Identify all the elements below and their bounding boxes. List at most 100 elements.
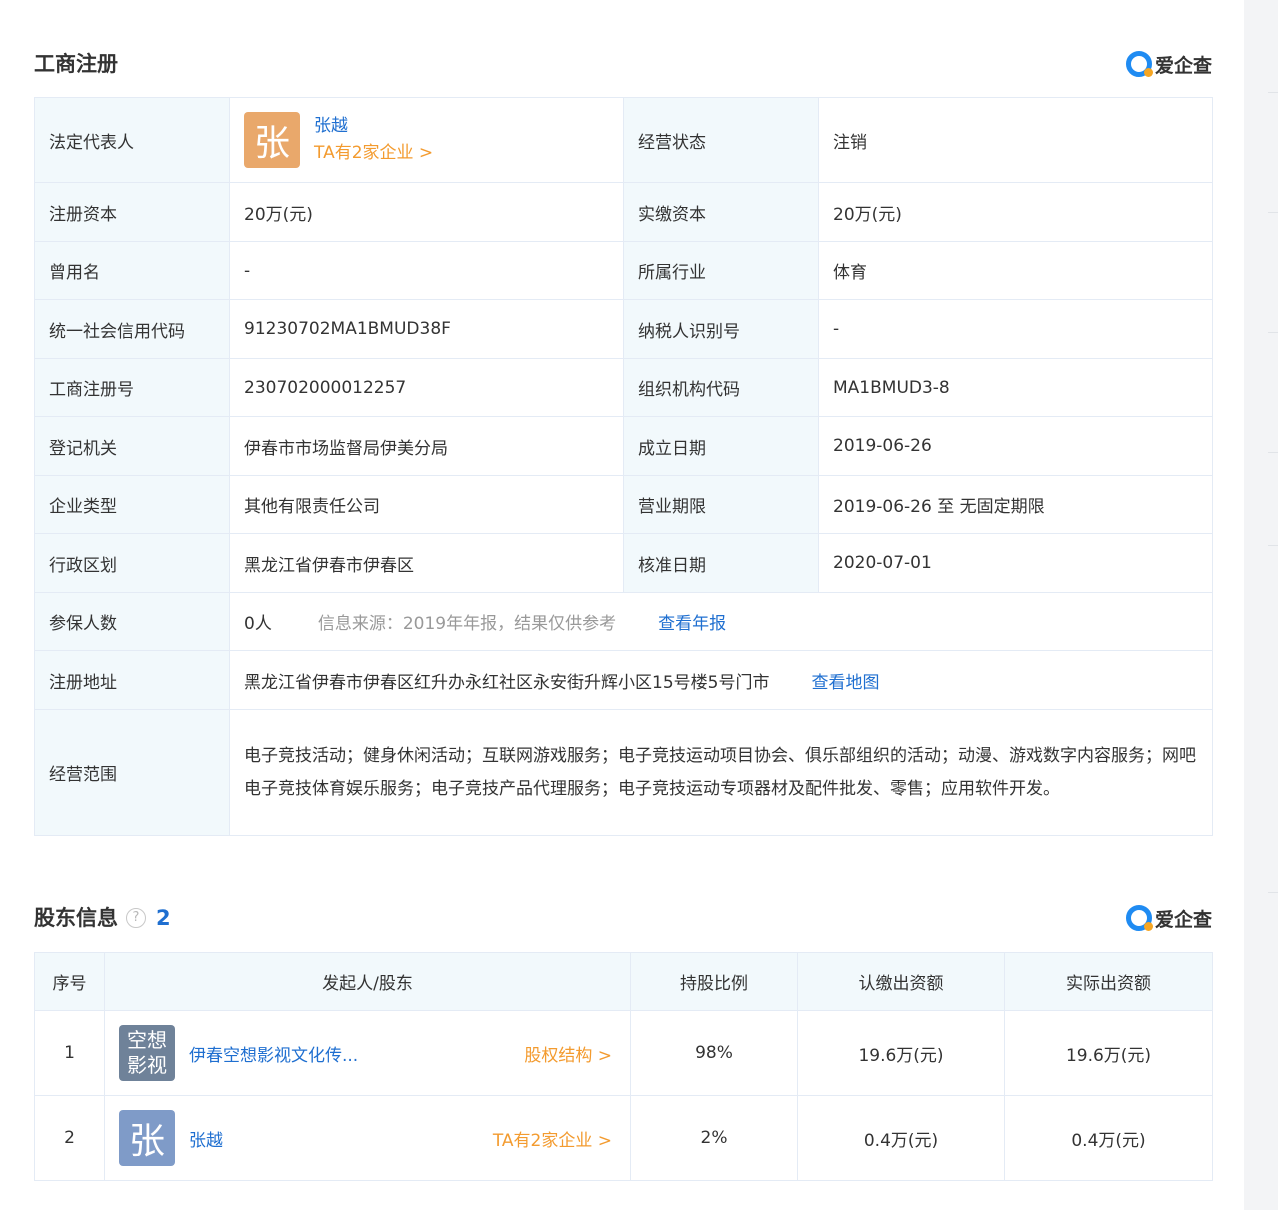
related-companies-link[interactable]: TA有2家企业 >: [493, 1126, 612, 1151]
shareholder-name-link[interactable]: 张越: [189, 1126, 483, 1151]
rail-divider: [1268, 452, 1278, 453]
legal-rep-companies-link[interactable]: TA有2家企业 >: [314, 139, 433, 167]
subscribed-amount: 0.4万(元): [797, 1095, 1005, 1181]
row-label: 所属行业: [623, 241, 819, 300]
company-logo-text: 影视: [127, 1053, 167, 1077]
row-index: 2: [34, 1095, 105, 1181]
row-value: 2019-06-26 至 无固定期限: [818, 475, 1213, 534]
table-row: 统一社会信用代码 91230702MA1BMUD38F 纳税人识别号 -: [34, 299, 1213, 359]
row-value: -: [229, 241, 624, 300]
legal-rep-cell: 张 张越 TA有2家企业 >: [229, 97, 624, 183]
table-row: 注册资本 20万(元) 实缴资本 20万(元): [34, 182, 1213, 242]
aiqicha-logo-icon: [1125, 51, 1153, 77]
row-value: 伊春市市场监督局伊美分局: [229, 416, 624, 476]
row-index: 1: [34, 1010, 105, 1096]
registration-table: 法定代表人 张 张越 TA有2家企业 > 经营状态 注销 注册资本 20万(元)…: [34, 97, 1213, 836]
status-value: 注销: [818, 97, 1213, 183]
column-header: 序号: [34, 952, 105, 1011]
brand-name: 爱企查: [1154, 908, 1212, 931]
company-logo-avatar[interactable]: 空想 影视: [119, 1025, 175, 1081]
row-value: MA1BMUD3-8: [818, 358, 1213, 417]
shareholders-header: 股东信息 ? 2 爱企查: [34, 898, 1212, 938]
table-row: 曾用名 - 所属行业 体育: [34, 241, 1213, 300]
address-label: 注册地址: [34, 650, 230, 710]
view-map-link[interactable]: 查看地图: [811, 673, 879, 693]
rail-divider: [1268, 92, 1278, 93]
table-row: 登记机关 伊春市市场监督局伊美分局 成立日期 2019-06-26: [34, 416, 1213, 476]
rail-divider: [1268, 332, 1278, 333]
table-row: 注册地址 黑龙江省伊春市伊春区红升办永红社区永安街升辉小区15号楼5号门市 查看地…: [34, 650, 1213, 710]
legal-rep-name-link[interactable]: 张越: [314, 113, 433, 139]
column-header: 实际出资额: [1004, 952, 1213, 1011]
table-row: 1 空想 影视 伊春空想影视文化传... 股权结构 > 98% 19.6万(元)…: [34, 1010, 1213, 1096]
view-annual-report-link[interactable]: 查看年报: [658, 614, 726, 634]
status-label: 经营状态: [623, 97, 819, 183]
address-cell: 黑龙江省伊春市伊春区红升办永红社区永安街升辉小区15号楼5号门市 查看地图: [229, 650, 1213, 710]
scope-value: 电子竞技活动；健身休闲活动；互联网游戏服务；电子竞技运动项目协会、俱乐部组织的活…: [229, 709, 1213, 836]
shareholder-name-link[interactable]: 伊春空想影视文化传...: [189, 1041, 514, 1066]
table-row: 2 张 张越 TA有2家企业 > 2% 0.4万(元) 0.4万(元): [34, 1095, 1213, 1181]
right-scroll-rail: [1244, 0, 1278, 1210]
row-value: 20万(元): [229, 182, 624, 242]
row-label: 营业期限: [623, 475, 819, 534]
column-header: 认缴出资额: [797, 952, 1005, 1011]
row-label: 工商注册号: [34, 358, 230, 417]
row-label: 成立日期: [623, 416, 819, 476]
brand-name: 爱企查: [1154, 54, 1212, 77]
row-label: 登记机关: [34, 416, 230, 476]
insured-source-note: 信息来源：2019年年报，结果仅供参考: [317, 614, 617, 634]
person-avatar[interactable]: 张: [119, 1110, 175, 1166]
row-label: 行政区划: [34, 533, 230, 593]
row-label: 统一社会信用代码: [34, 299, 230, 359]
paid-amount: 0.4万(元): [1004, 1095, 1213, 1181]
equity-structure-link[interactable]: 股权结构 >: [524, 1041, 612, 1066]
row-value: 230702000012257: [229, 358, 624, 417]
share-ratio: 98%: [630, 1010, 798, 1096]
row-label: 企业类型: [34, 475, 230, 534]
aiqicha-logo-icon: [1125, 905, 1153, 931]
column-header: 持股比例: [630, 952, 798, 1011]
row-value: -: [818, 299, 1213, 359]
brand-logo[interactable]: 爱企查: [1125, 904, 1212, 932]
table-row: 参保人数 0人 信息来源：2019年年报，结果仅供参考 查看年报: [34, 592, 1213, 651]
row-value: 体育: [818, 241, 1213, 300]
table-row: 企业类型 其他有限责任公司 营业期限 2019-06-26 至 无固定期限: [34, 475, 1213, 534]
subscribed-amount: 19.6万(元): [797, 1010, 1005, 1096]
scope-label: 经营范围: [34, 709, 230, 836]
table-row: 法定代表人 张 张越 TA有2家企业 > 经营状态 注销: [34, 97, 1213, 183]
shareholders-count: 2: [156, 906, 171, 930]
paid-amount: 19.6万(元): [1004, 1010, 1213, 1096]
insured-value: 0人: [244, 614, 272, 634]
legal-rep-label: 法定代表人: [34, 97, 230, 183]
insured-label: 参保人数: [34, 592, 230, 651]
row-label: 实缴资本: [623, 182, 819, 242]
shareholders-title: 股东信息: [34, 906, 118, 930]
row-label: 纳税人识别号: [623, 299, 819, 359]
shareholders-table: 序号 发起人/股东 持股比例 认缴出资额 实际出资额 1 空想 影视 伊春空想影…: [34, 952, 1213, 1181]
share-ratio: 2%: [630, 1095, 798, 1181]
rail-divider: [1268, 212, 1278, 213]
table-row: 行政区划 黑龙江省伊春市伊春区 核准日期 2020-07-01: [34, 533, 1213, 593]
registration-header: 工商注册 爱企查: [34, 44, 1212, 84]
column-header: 发起人/股东: [104, 952, 631, 1011]
table-header-row: 序号 发起人/股东 持股比例 认缴出资额 实际出资额: [34, 952, 1213, 1011]
row-value: 黑龙江省伊春市伊春区: [229, 533, 624, 593]
address-value: 黑龙江省伊春市伊春区红升办永红社区永安街升辉小区15号楼5号门市: [244, 672, 770, 693]
shareholder-cell: 张 张越 TA有2家企业 >: [104, 1095, 631, 1181]
legal-rep-avatar[interactable]: 张: [244, 112, 300, 168]
table-row: 工商注册号 230702000012257 组织机构代码 MA1BMUD3-8: [34, 358, 1213, 417]
company-logo-text: 空想: [127, 1028, 167, 1052]
shareholder-cell: 空想 影视 伊春空想影视文化传... 股权结构 >: [104, 1010, 631, 1096]
help-icon[interactable]: ?: [126, 908, 146, 928]
row-value: 2019-06-26: [818, 416, 1213, 476]
row-label: 注册资本: [34, 182, 230, 242]
table-row: 经营范围 电子竞技活动；健身休闲活动；互联网游戏服务；电子竞技运动项目协会、俱乐…: [34, 709, 1213, 836]
row-value: 其他有限责任公司: [229, 475, 624, 534]
row-value: 20万(元): [818, 182, 1213, 242]
row-label: 核准日期: [623, 533, 819, 593]
rail-divider: [1268, 545, 1278, 546]
row-value: 91230702MA1BMUD38F: [229, 299, 624, 359]
rail-divider: [1268, 892, 1278, 893]
row-label: 组织机构代码: [623, 358, 819, 417]
brand-logo[interactable]: 爱企查: [1125, 50, 1212, 78]
